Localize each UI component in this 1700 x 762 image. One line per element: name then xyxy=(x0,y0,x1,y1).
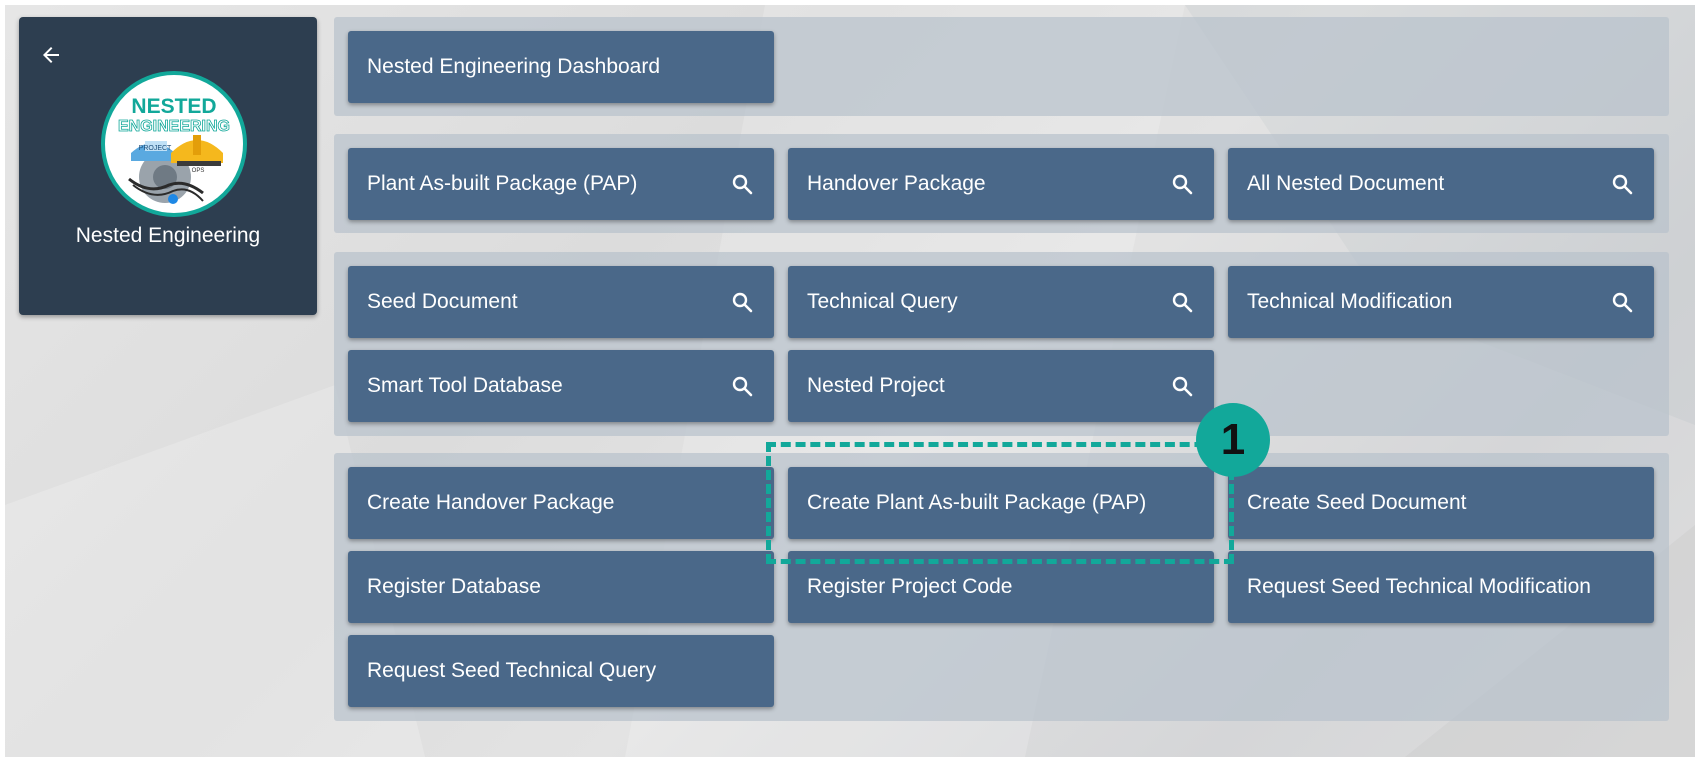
tile-label: Handover Package xyxy=(807,172,986,195)
logo-tag2: OPS xyxy=(192,168,205,174)
tile-label: Create Handover Package xyxy=(367,491,615,514)
tile-label: Technical Query xyxy=(807,290,958,313)
search-icon[interactable] xyxy=(1170,374,1194,398)
technical-query-tile[interactable]: Technical Query xyxy=(788,266,1214,338)
all-nested-document-tile[interactable]: All Nested Document xyxy=(1228,148,1654,220)
back-arrow-icon[interactable] xyxy=(39,43,63,67)
create-seed-document-button[interactable]: Create Seed Document xyxy=(1228,467,1654,539)
register-database-button[interactable]: Register Database xyxy=(348,551,774,623)
search-icon[interactable] xyxy=(1170,172,1194,196)
sidebar-card: NESTED ENGINEERING PROJECT OPS Nested En… xyxy=(19,17,317,315)
documents-group: Seed Document Technical Query Technical … xyxy=(334,252,1669,436)
tile-label: Register Project Code xyxy=(807,575,1013,598)
logo-line2: ENGINEERING xyxy=(118,118,230,135)
create-plant-as-built-package-button[interactable]: Create Plant As-built Package (PAP) xyxy=(788,467,1214,539)
app-logo: NESTED ENGINEERING PROJECT OPS xyxy=(101,71,247,217)
search-icon[interactable] xyxy=(1170,290,1194,314)
tile-label: Smart Tool Database xyxy=(367,374,563,397)
sidebar-title: Nested Engineering xyxy=(75,224,261,247)
tile-label: Request Seed Technical Query xyxy=(367,659,657,682)
logo-emblem: NESTED ENGINEERING PROJECT OPS xyxy=(108,78,240,210)
tile-label: Seed Document xyxy=(367,290,518,313)
seed-document-tile[interactable]: Seed Document xyxy=(348,266,774,338)
tile-label: Register Database xyxy=(367,575,541,598)
actions-group: Create Handover Package Create Plant As-… xyxy=(334,453,1669,721)
search-icon[interactable] xyxy=(1610,172,1634,196)
plant-as-built-package-tile[interactable]: Plant As-built Package (PAP) xyxy=(348,148,774,220)
nested-project-tile[interactable]: Nested Project xyxy=(788,350,1214,422)
technical-modification-tile[interactable]: Technical Modification xyxy=(1228,266,1654,338)
packages-group: Plant As-built Package (PAP) Handover Pa… xyxy=(334,134,1669,233)
search-icon[interactable] xyxy=(1610,290,1634,314)
register-project-code-button[interactable]: Register Project Code xyxy=(788,551,1214,623)
tile-label: Create Seed Document xyxy=(1247,491,1467,514)
dashboard-group: Nested Engineering Dashboard xyxy=(334,17,1669,116)
smart-tool-database-tile[interactable]: Smart Tool Database xyxy=(348,350,774,422)
tile-label: Nested Engineering Dashboard xyxy=(367,55,661,78)
request-seed-technical-modification-button[interactable]: Request Seed Technical Modification xyxy=(1228,551,1654,623)
tile-label: Create Plant As-built Package (PAP) xyxy=(807,491,1147,514)
tile-label: Nested Project xyxy=(807,374,945,397)
search-icon[interactable] xyxy=(730,374,754,398)
callout-number-badge: 1 xyxy=(1196,403,1270,477)
logo-line1: NESTED xyxy=(131,95,216,118)
request-seed-technical-query-button[interactable]: Request Seed Technical Query xyxy=(348,635,774,707)
tile-label: Plant As-built Package (PAP) xyxy=(367,172,638,195)
create-handover-package-button[interactable]: Create Handover Package xyxy=(348,467,774,539)
tile-label: All Nested Document xyxy=(1247,172,1445,195)
logo-tag1: PROJECT xyxy=(139,145,172,152)
dashboard-button[interactable]: Nested Engineering Dashboard xyxy=(348,31,774,103)
search-icon[interactable] xyxy=(730,290,754,314)
tile-label: Request Seed Technical Modification xyxy=(1247,575,1591,598)
tile-label: Technical Modification xyxy=(1247,290,1453,313)
handover-package-tile[interactable]: Handover Package xyxy=(788,148,1214,220)
search-icon[interactable] xyxy=(730,172,754,196)
